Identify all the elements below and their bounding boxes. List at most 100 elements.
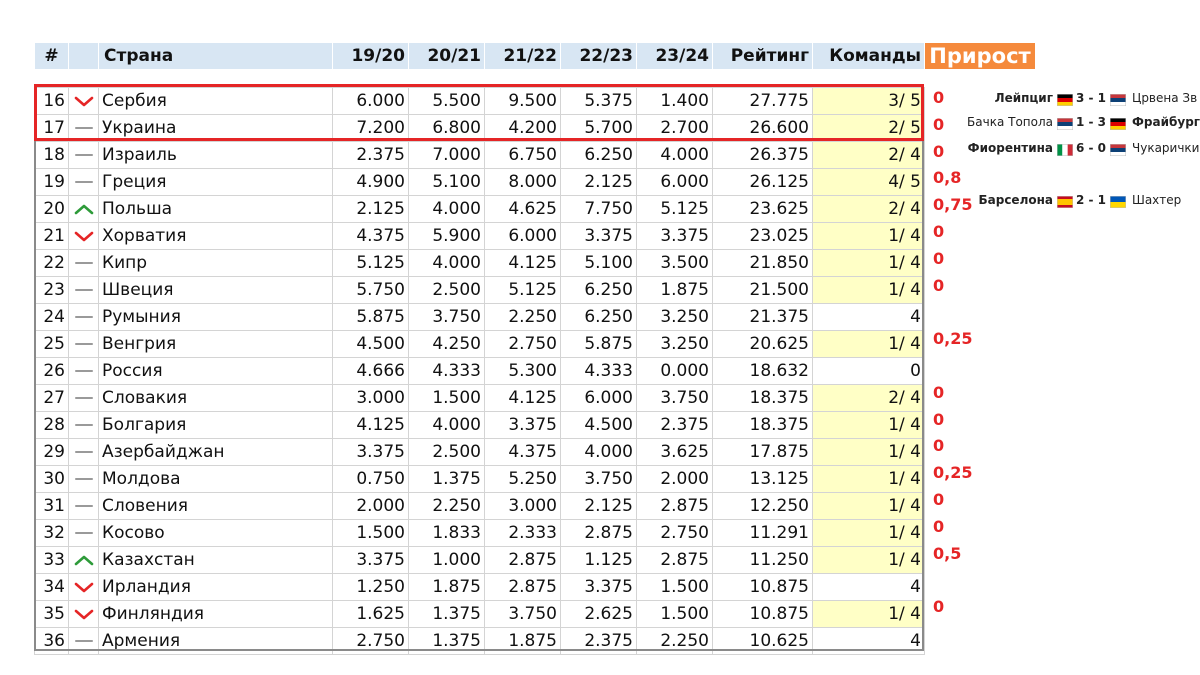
season-5-cell: 1.400 (636, 87, 713, 115)
teams-cell: 1/ 4 (812, 546, 925, 574)
season-5-cell: 1.500 (636, 573, 713, 601)
trend-cell (68, 411, 99, 439)
rank-cell: 24 (34, 303, 69, 331)
season-1-cell: 4.375 (332, 222, 409, 250)
season-2-cell: 4.333 (408, 357, 485, 385)
country-cell: Швеция (98, 276, 333, 304)
header-season-3: 21/22 (484, 42, 561, 70)
trend-down-icon (74, 582, 93, 593)
rank-cell: 31 (34, 492, 69, 520)
teams-cell: 2/ 5 (812, 114, 925, 142)
teams-cell: 1/ 4 (812, 330, 925, 358)
trend-cell (68, 168, 99, 196)
rating-cell: 11.250 (712, 546, 813, 574)
trend-cell (68, 195, 99, 223)
trend-cell (68, 573, 99, 601)
teams-cell: 4 (812, 627, 925, 655)
growth-value: 0 (933, 409, 945, 429)
teams-cell: 3/ 5 (812, 87, 925, 115)
table-row: 31 Словения 2.000 2.250 3.000 2.125 2.875 12.25… (34, 492, 925, 520)
season-4-cell: 1.125 (560, 546, 637, 574)
teams-cell: 1/ 4 (812, 492, 925, 520)
season-2-cell: 2.500 (408, 438, 485, 466)
season-2-cell: 1.875 (408, 573, 485, 601)
ukraine-flag-icon (1110, 196, 1126, 208)
trend-down-icon (74, 231, 93, 242)
teams-cell: 1/ 4 (812, 249, 925, 277)
season-3-cell: 5.125 (484, 276, 561, 304)
country-cell: Россия (98, 357, 333, 385)
country-cell: Сербия (98, 87, 333, 115)
rating-cell: 11.291 (712, 519, 813, 547)
match-home-team: Бачка Топола (967, 115, 1053, 129)
match-result: Барселона 2 - 1 Шахтер (960, 193, 1200, 211)
rating-cell: 26.600 (712, 114, 813, 142)
season-5-cell: 2.250 (636, 627, 713, 655)
trend-down-icon (74, 96, 93, 107)
season-5-cell: 1.500 (636, 600, 713, 628)
country-cell: Косово (98, 519, 333, 547)
season-3-cell: 2.333 (484, 519, 561, 547)
match-result: Бачка Топола 1 - 3 Фрайбург (960, 115, 1200, 133)
season-5-cell: 2.875 (636, 492, 713, 520)
rank-cell: 28 (34, 411, 69, 439)
season-3-cell: 8.000 (484, 168, 561, 196)
season-1-cell: 5.750 (332, 276, 409, 304)
season-3-cell: 2.875 (484, 546, 561, 574)
season-1-cell: 3.375 (332, 546, 409, 574)
season-3-cell: 3.000 (484, 492, 561, 520)
season-4-cell: 6.250 (560, 303, 637, 331)
trend-cell (68, 222, 99, 250)
trend-cell (68, 114, 99, 142)
country-cell: Азербайджан (98, 438, 333, 466)
teams-cell: 4/ 5 (812, 168, 925, 196)
season-1-cell: 5.125 (332, 249, 409, 277)
season-2-cell: 7.000 (408, 141, 485, 169)
season-4-cell: 2.125 (560, 492, 637, 520)
country-cell: Болгария (98, 411, 333, 439)
rank-cell: 34 (34, 573, 69, 601)
serbia-flag-icon (1057, 118, 1073, 130)
table-row: 32 Косово 1.500 1.833 2.333 2.875 2.750 11.291 1… (34, 519, 925, 547)
trend-cell (68, 276, 99, 304)
trend-cell (68, 600, 99, 628)
season-3-cell: 4.125 (484, 249, 561, 277)
teams-cell: 0 (812, 357, 925, 385)
table-row: 34 Ирландия 1.250 1.875 2.875 3.375 1.500 10.87… (34, 573, 925, 601)
season-3-cell: 4.625 (484, 195, 561, 223)
rating-cell: 18.375 (712, 384, 813, 412)
trend-cell (68, 465, 99, 493)
season-1-cell: 3.375 (332, 438, 409, 466)
season-1-cell: 4.500 (332, 330, 409, 358)
rating-cell: 21.375 (712, 303, 813, 331)
trend-cell (68, 357, 99, 385)
rank-cell: 32 (34, 519, 69, 547)
match-score: 1 - 3 (1076, 115, 1107, 129)
season-5-cell: 4.000 (636, 141, 713, 169)
teams-cell: 2/ 4 (812, 141, 925, 169)
season-4-cell: 3.375 (560, 573, 637, 601)
season-3-cell: 6.000 (484, 222, 561, 250)
season-1-cell: 2.750 (332, 627, 409, 655)
season-3-cell: 2.750 (484, 330, 561, 358)
season-2-cell: 1.375 (408, 465, 485, 493)
season-2-cell: 1.000 (408, 546, 485, 574)
season-5-cell: 2.750 (636, 519, 713, 547)
season-2-cell: 4.000 (408, 249, 485, 277)
table-row: 18 Израиль 2.375 7.000 6.750 6.250 4.000 26.375… (34, 141, 925, 169)
season-5-cell: 3.750 (636, 384, 713, 412)
trend-flat-icon (74, 127, 93, 129)
season-3-cell: 9.500 (484, 87, 561, 115)
rating-cell: 10.875 (712, 573, 813, 601)
match-away-team: Црвена Зв (1132, 91, 1198, 105)
growth-value: 0 (933, 248, 945, 268)
season-3-cell: 3.375 (484, 411, 561, 439)
trend-flat-icon (74, 397, 93, 399)
teams-cell: 1/ 4 (812, 411, 925, 439)
growth-value: 0 (933, 275, 945, 295)
season-1-cell: 4.666 (332, 357, 409, 385)
rank-cell: 25 (34, 330, 69, 358)
country-cell: Греция (98, 168, 333, 196)
table-row: 28 Болгария 4.125 4.000 3.375 4.500 2.375 18.37… (34, 411, 925, 439)
growth-value: 0 (933, 88, 945, 107)
